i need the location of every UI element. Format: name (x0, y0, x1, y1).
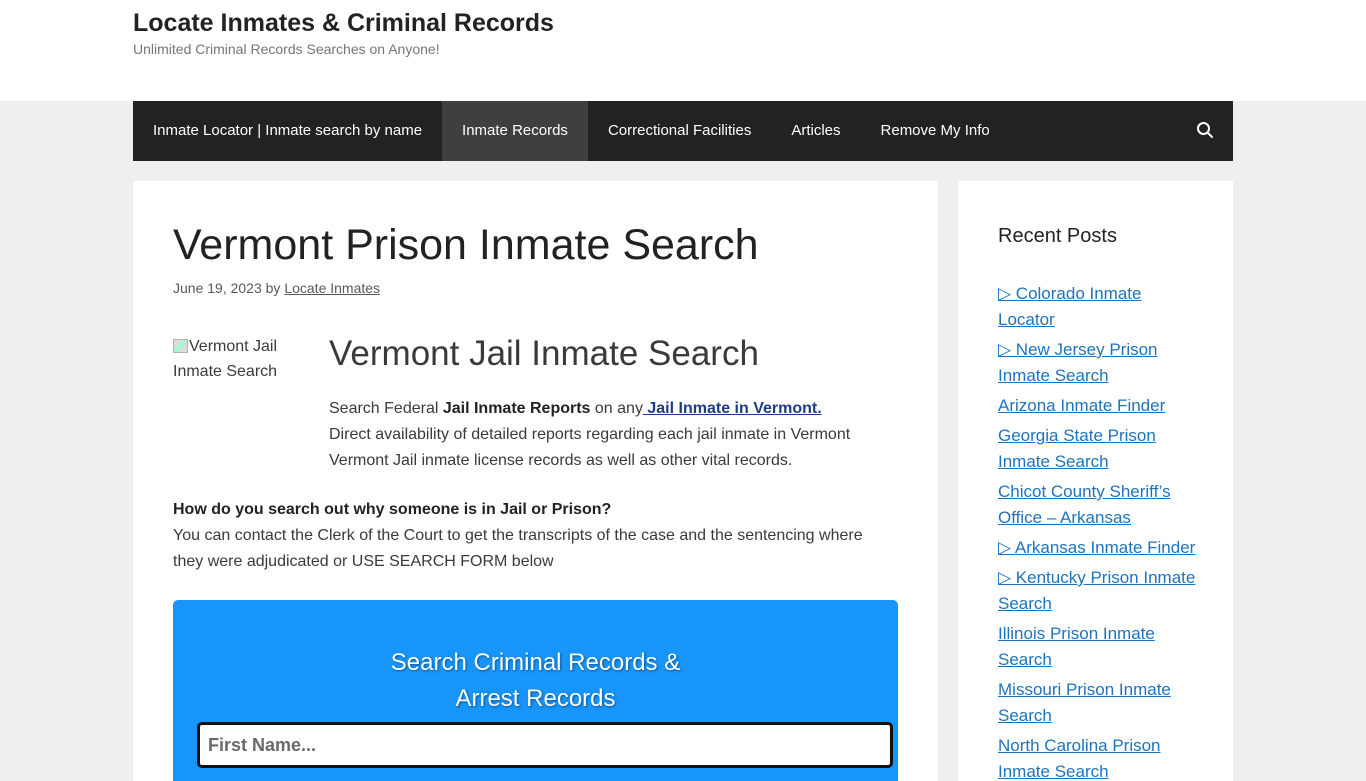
intro-paragraph: Search Federal Jail Inmate Reports on an… (329, 396, 899, 474)
list-item: Missouri Prison Inmate Search (998, 677, 1198, 729)
search-form-title-line2: Arrest Records (455, 685, 616, 712)
nav-item-inmate-records[interactable]: Inmate Records (442, 101, 588, 161)
nav-item-correctional-facilities[interactable]: Correctional Facilities (588, 101, 771, 161)
faq-answer: You can contact the Clerk of the Court t… (173, 527, 863, 570)
nav-item-remove-my-info[interactable]: Remove My Info (861, 101, 1010, 161)
recent-post-link[interactable]: Chicot County Sheriff’s Office – Arkansa… (998, 482, 1171, 527)
image-alt-text: Vermont Jail Inmate Search (173, 338, 278, 380)
intro-bold: Jail Inmate Reports (442, 400, 591, 417)
site-header: Locate Inmates & Criminal Records Unlimi… (0, 0, 1366, 101)
list-item: ▷ Colorado Inmate Locator (998, 281, 1198, 333)
broken-image-icon (173, 339, 188, 353)
article-content: Vermont Prison Inmate Search June 19, 20… (133, 181, 938, 781)
broken-image: Vermont Jail Inmate Search (173, 334, 303, 384)
recent-post-link[interactable]: ▷ Colorado Inmate Locator (998, 284, 1141, 329)
search-form-title-line1: Search Criminal Records & (390, 649, 681, 676)
recent-post-link[interactable]: ▷ Arkansas Inmate Finder (998, 538, 1195, 557)
nav-item-inmate-locator[interactable]: Inmate Locator | Inmate search by name (133, 101, 442, 161)
list-item: Illinois Prison Inmate Search (998, 621, 1198, 673)
list-item: ▷ New Jersey Prison Inmate Search (998, 337, 1198, 389)
recent-post-link[interactable]: Georgia State Prison Inmate Search (998, 426, 1156, 471)
post-date[interactable]: June 19, 2023 (173, 280, 262, 296)
nav-item-articles[interactable]: Articles (771, 101, 860, 161)
author-link[interactable]: Locate Inmates (284, 280, 380, 296)
search-form: Search Criminal Records & Arrest Records (173, 600, 898, 781)
recent-post-link[interactable]: Arizona Inmate Finder (998, 396, 1165, 415)
list-item: ▷ Arkansas Inmate Finder (998, 535, 1198, 561)
recent-post-link[interactable]: North Carolina Prison Inmate Search (998, 736, 1161, 781)
list-item: Chicot County Sheriff’s Office – Arkansa… (998, 479, 1198, 531)
first-name-input[interactable] (197, 722, 893, 768)
recent-post-link[interactable]: Missouri Prison Inmate Search (998, 680, 1171, 725)
list-item: North Carolina Prison Inmate Search (998, 733, 1198, 781)
main-navigation: Inmate Locator | Inmate search by name I… (133, 101, 1233, 161)
site-tagline: Unlimited Criminal Records Searches on A… (133, 41, 440, 57)
list-item: Georgia State Prison Inmate Search (998, 423, 1198, 475)
search-form-title: Search Criminal Records & Arrest Records (173, 645, 898, 717)
intro-text-3: Direct availability of detailed reports … (329, 426, 851, 469)
jail-inmate-vermont-link[interactable]: Jail Inmate in Vermont. (643, 400, 821, 417)
faq-question: How do you search out why someone is in … (173, 501, 612, 518)
recent-posts-title: Recent Posts (998, 225, 1117, 247)
search-icon[interactable] (1196, 121, 1214, 139)
intro-text: Search Federal (329, 400, 443, 417)
post-by: by (265, 280, 281, 296)
recent-post-link[interactable]: ▷ Kentucky Prison Inmate Search (998, 568, 1195, 613)
section-heading: Vermont Jail Inmate Search (329, 334, 759, 373)
faq-block: How do you search out why someone is in … (173, 497, 893, 575)
site-title[interactable]: Locate Inmates & Criminal Records (133, 9, 554, 38)
list-item: Arizona Inmate Finder (998, 393, 1198, 419)
recent-post-link[interactable]: ▷ New Jersey Prison Inmate Search (998, 340, 1158, 385)
post-meta: June 19, 2023 by Locate Inmates (173, 280, 380, 296)
recent-posts-list: ▷ Colorado Inmate Locator ▷ New Jersey P… (998, 281, 1198, 781)
intro-text-2: on any (590, 400, 643, 417)
page-title: Vermont Prison Inmate Search (173, 221, 759, 269)
recent-post-link[interactable]: Illinois Prison Inmate Search (998, 624, 1155, 669)
sidebar: Recent Posts ▷ Colorado Inmate Locator ▷… (958, 181, 1233, 781)
list-item: ▷ Kentucky Prison Inmate Search (998, 565, 1198, 617)
